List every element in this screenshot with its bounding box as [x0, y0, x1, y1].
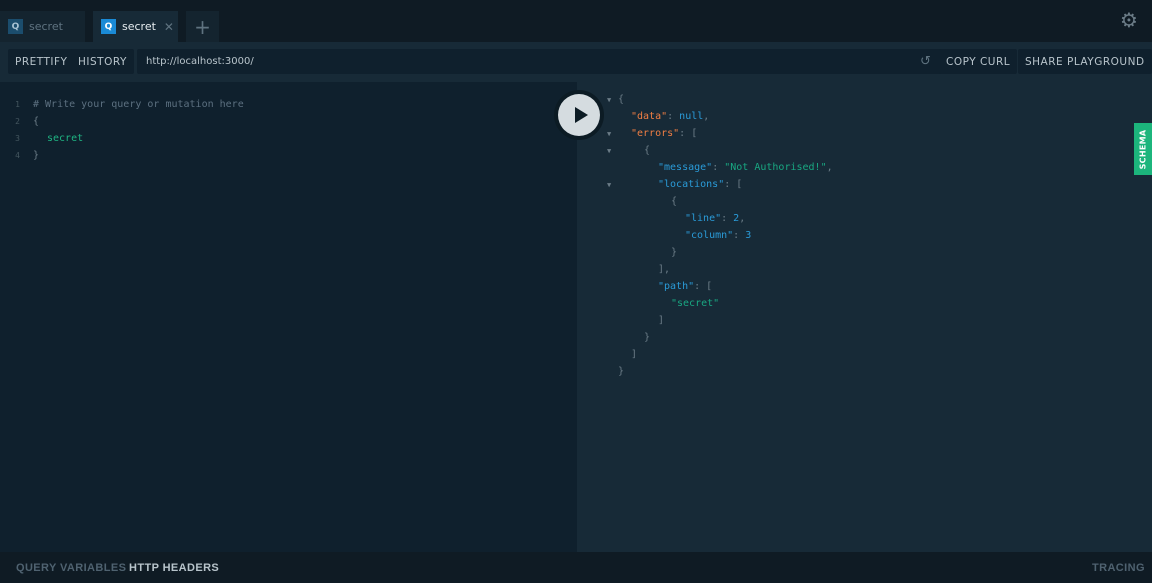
close-icon[interactable]: ✕	[164, 20, 174, 34]
query-icon: Q	[8, 19, 23, 34]
result-line: "column": 3	[685, 230, 752, 241]
editor-line: 4 }	[0, 147, 39, 164]
http-headers-tab[interactable]: HTTP HEADERS	[129, 562, 219, 574]
tab-label: secret	[29, 20, 63, 33]
line-number: 4	[15, 151, 20, 160]
result-line: }	[671, 247, 678, 258]
query-editor[interactable]: 1 # Write your query or mutation here 2 …	[0, 82, 577, 552]
reload-icon[interactable]: ↺	[920, 49, 931, 74]
comment-text: # Write your query or mutation here	[33, 99, 244, 110]
result-line: "secret"	[671, 298, 720, 309]
line-number: 3	[15, 134, 20, 143]
line-number: 2	[15, 117, 20, 126]
result-line: "errors": [	[631, 128, 698, 139]
copy-curl-button[interactable]: COPY CURL	[939, 49, 1018, 74]
result-line: "data": null,	[631, 111, 710, 122]
toolbar: PRETTIFY HISTORY http://localhost:3000/ …	[0, 42, 1152, 82]
play-icon	[574, 107, 588, 123]
result-line: }	[618, 366, 625, 377]
collapse-arrow-icon[interactable]: ▼	[607, 96, 611, 104]
result-line: }	[644, 332, 651, 343]
prettify-button[interactable]: PRETTIFY	[8, 49, 75, 74]
brace: }	[33, 150, 40, 161]
history-button[interactable]: HISTORY	[71, 49, 134, 74]
add-tab-button[interactable]: +	[186, 11, 219, 42]
result-panel: ▼ { "data": null, ▼ "errors": [ ▼ { "mes…	[577, 82, 1152, 552]
result-line: "path": [	[658, 281, 713, 292]
result-line: {	[671, 196, 678, 207]
field-text: secret	[47, 133, 84, 144]
result-line: ]	[631, 349, 638, 360]
result-line: {	[644, 145, 651, 156]
editor-line: 2 {	[0, 113, 39, 130]
endpoint-url-input[interactable]: http://localhost:3000/	[137, 49, 1014, 74]
result-line: "locations": [	[658, 179, 743, 190]
editor-line: 1 # Write your query or mutation here	[0, 96, 244, 113]
query-variables-tab[interactable]: QUERY VARIABLES	[16, 562, 126, 574]
result-line: "message": "Not Authorised!",	[658, 162, 833, 173]
query-icon: Q	[101, 19, 116, 34]
result-line: ],	[658, 264, 671, 275]
result-line: ]	[658, 315, 665, 326]
editor-line: 3 secret	[0, 130, 83, 147]
collapse-arrow-icon[interactable]: ▼	[607, 130, 611, 138]
tracing-tab[interactable]: TRACING	[1092, 562, 1145, 574]
gear-icon[interactable]: ⚙	[1120, 10, 1138, 30]
share-playground-button[interactable]: SHARE PLAYGROUND	[1018, 49, 1152, 74]
tab-secret-2[interactable]: Q secret ✕	[93, 11, 178, 42]
result-line: "line": 2,	[685, 213, 746, 224]
tab-secret-1[interactable]: Q secret	[0, 11, 85, 42]
brace: {	[33, 116, 40, 127]
result-line: {	[618, 94, 625, 105]
tab-bar: Q secret Q secret ✕ + ⚙	[0, 0, 1152, 42]
schema-button[interactable]: SCHEMA	[1134, 123, 1152, 175]
line-number: 1	[15, 100, 20, 109]
collapse-arrow-icon[interactable]: ▼	[607, 181, 611, 189]
run-query-button[interactable]	[554, 90, 604, 140]
bottom-bar: QUERY VARIABLES HTTP HEADERS TRACING	[0, 552, 1152, 583]
tab-label: secret	[122, 20, 156, 33]
collapse-arrow-icon[interactable]: ▼	[607, 147, 611, 155]
